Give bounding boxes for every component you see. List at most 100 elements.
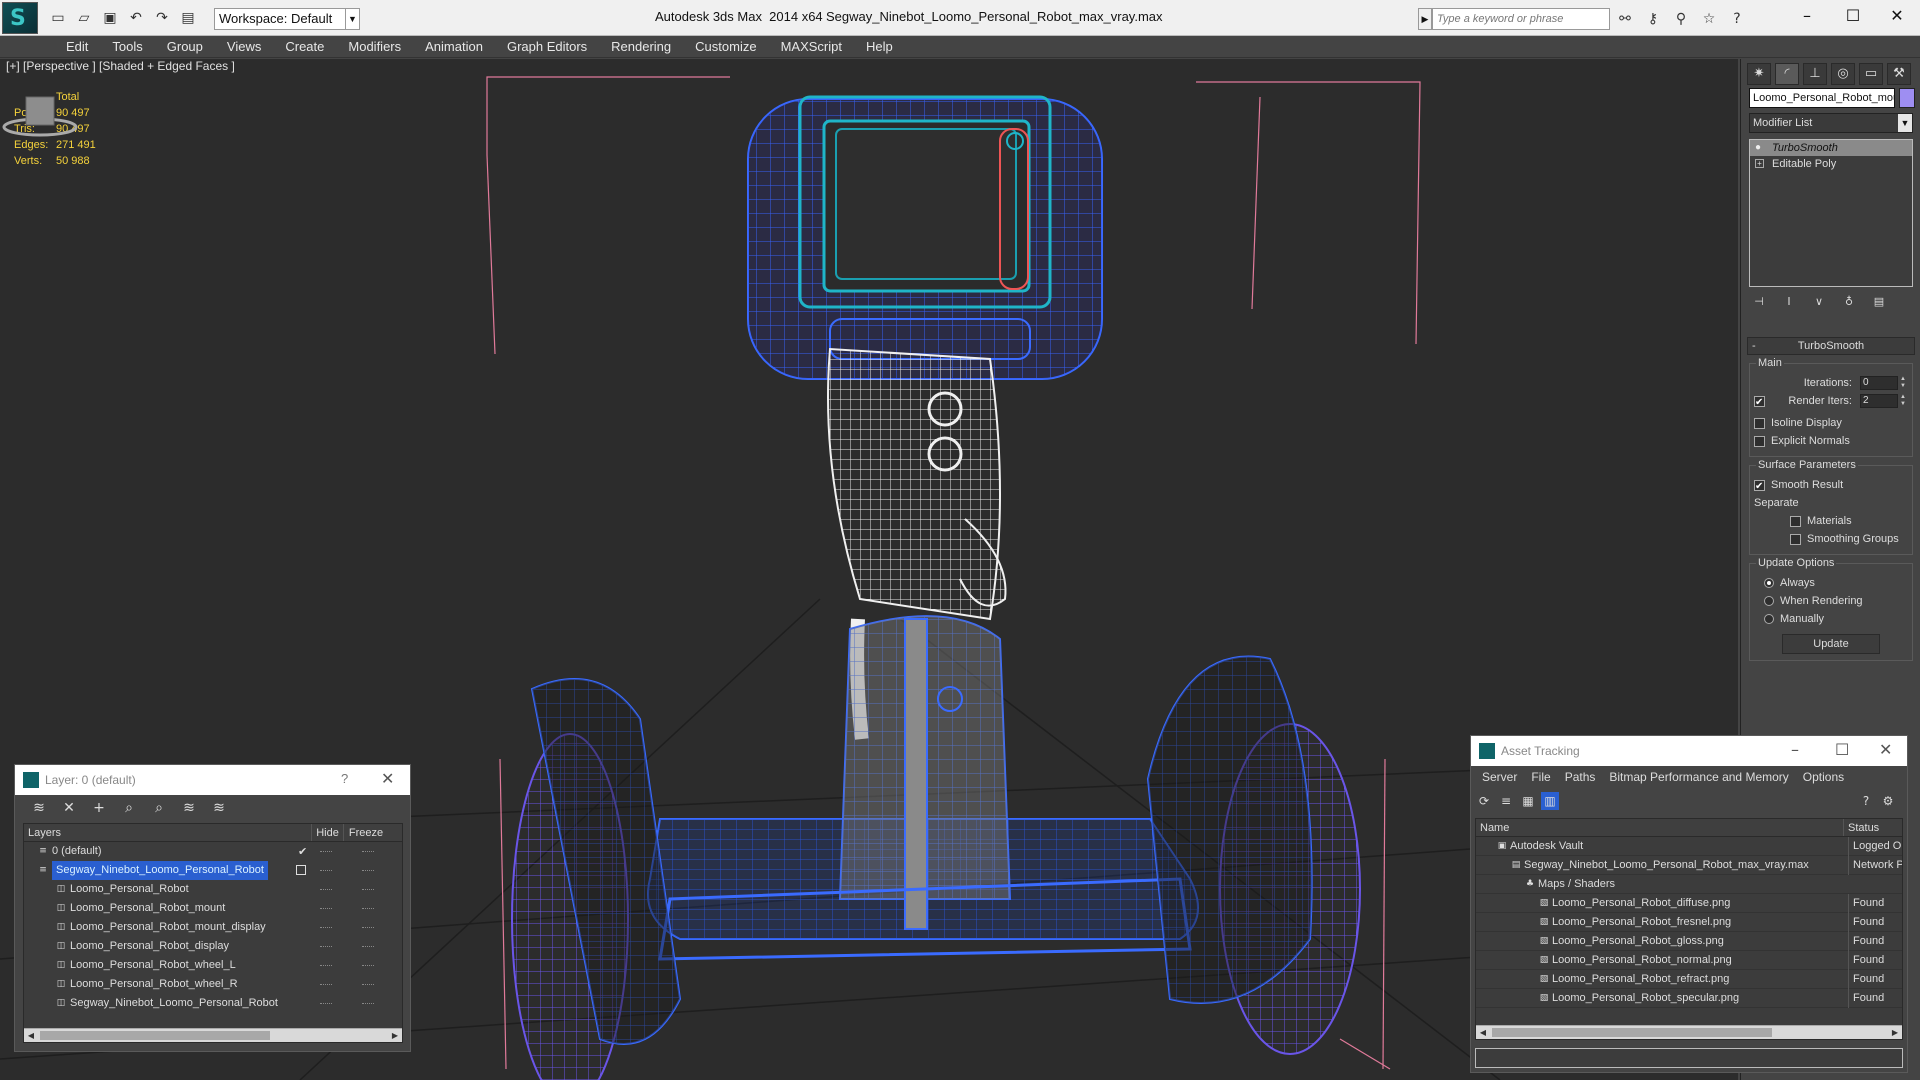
materials-row[interactable]: Materials xyxy=(1754,512,1908,530)
freeze-toggle[interactable] xyxy=(362,870,374,871)
iterations-spinner[interactable]: 0 xyxy=(1860,376,1898,390)
lightbulb-icon[interactable]: ● xyxy=(1755,140,1761,156)
layer-row[interactable]: ≡ 0 (default) ✔ xyxy=(24,842,402,861)
hide-toggle[interactable] xyxy=(320,984,332,985)
scrollbar-thumb[interactable] xyxy=(40,1031,270,1040)
layer-row[interactable]: ≡ Segway_Ninebot_Loomo_Personal_Robot xyxy=(24,861,402,880)
hide-toggle[interactable] xyxy=(320,927,332,928)
always-radio[interactable] xyxy=(1764,578,1774,589)
menu-rendering[interactable]: Rendering xyxy=(599,36,683,58)
modify-tab-icon[interactable]: ◜ xyxy=(1775,63,1799,85)
hide-toggle[interactable] xyxy=(320,870,332,871)
layer-row[interactable]: ◫ Loomo_Personal_Robot_wheel_L xyxy=(24,956,402,975)
stack-item-editable-poly[interactable]: + Editable Poly xyxy=(1750,156,1912,172)
explicit-normals-row[interactable]: Explicit Normals xyxy=(1754,432,1908,450)
when-rendering-row[interactable]: When Rendering xyxy=(1754,592,1908,610)
hide-toggle[interactable] xyxy=(320,851,332,852)
scroll-right-icon[interactable]: ▶ xyxy=(388,1029,402,1043)
workspace-dropdown[interactable]: Workspace: Default ▼ xyxy=(214,8,360,30)
hide-toggle[interactable] xyxy=(320,965,332,966)
current-layer-check-icon[interactable]: ✔ xyxy=(298,842,307,861)
smoothing-groups-row[interactable]: Smoothing Groups xyxy=(1754,530,1908,548)
minimize-button[interactable]: – xyxy=(1784,4,1830,28)
scroll-left-icon[interactable]: ◀ xyxy=(1476,1026,1490,1040)
menu-views[interactable]: Views xyxy=(215,36,273,58)
when-rendering-radio[interactable] xyxy=(1764,596,1774,607)
new-file-icon[interactable]: ▭ xyxy=(48,8,68,28)
menu-tools[interactable]: Tools xyxy=(100,36,154,58)
freeze-toggle[interactable] xyxy=(362,984,374,985)
make-unique-icon[interactable]: ∨ xyxy=(1811,295,1827,311)
object-color-swatch[interactable] xyxy=(1899,88,1915,108)
help-icon[interactable]: ? xyxy=(1726,8,1748,30)
object-name-field[interactable]: Loomo_Personal_Robot_mount xyxy=(1749,88,1895,108)
favorites-star-icon[interactable]: ☆ xyxy=(1698,8,1720,30)
scroll-left-icon[interactable]: ◀ xyxy=(24,1029,38,1043)
close-icon[interactable]: ✕ xyxy=(1879,740,1892,759)
remove-modifier-icon[interactable]: ♁ xyxy=(1841,295,1857,311)
asset-horizontal-scrollbar[interactable]: ◀ ▶ xyxy=(1476,1025,1902,1039)
asset-row[interactable]: ▧ Loomo_Personal_Robot_refract.png Found xyxy=(1476,970,1902,989)
smooth-result-checkbox[interactable] xyxy=(1754,478,1765,496)
asset-row[interactable]: ♣ Maps / Shaders xyxy=(1476,875,1902,894)
layer-horizontal-scrollbar[interactable]: ◀ ▶ xyxy=(24,1028,402,1042)
maximize-icon[interactable]: ☐ xyxy=(1835,740,1849,759)
menu-maxscript[interactable]: MAXScript xyxy=(769,36,854,58)
menu-help[interactable]: Help xyxy=(854,36,905,58)
asset-row[interactable]: ▧ Loomo_Personal_Robot_diffuse.png Found xyxy=(1476,894,1902,913)
create-tab-icon[interactable]: ✷ xyxy=(1747,63,1771,85)
asset-menu-server[interactable]: Server xyxy=(1475,766,1524,788)
scroll-right-icon[interactable]: ▶ xyxy=(1888,1026,1902,1040)
close-button[interactable]: ✕ xyxy=(1874,4,1920,28)
add-to-layer-icon[interactable]: + xyxy=(89,799,109,817)
smoothing-groups-checkbox[interactable] xyxy=(1790,533,1801,545)
smooth-result-row[interactable]: Smooth Result xyxy=(1754,476,1908,496)
layer-row[interactable]: ◫ Loomo_Personal_Robot_mount xyxy=(24,899,402,918)
rollout-header[interactable]: - TurboSmooth xyxy=(1747,337,1915,355)
create-layer-icon[interactable]: ≋ xyxy=(29,799,49,817)
freeze-toggle[interactable] xyxy=(362,965,374,966)
status-column-header[interactable]: Status xyxy=(1844,819,1902,836)
search-expand-icon[interactable]: ▶ xyxy=(1418,8,1432,30)
spinner-arrows-icon[interactable]: ▲ ▼ xyxy=(1900,394,1908,408)
freeze-toggle[interactable] xyxy=(362,1003,374,1004)
materials-checkbox[interactable] xyxy=(1790,515,1801,527)
asset-row[interactable]: ▣ Autodesk Vault Logged Ou xyxy=(1476,837,1902,856)
scrollbar-thumb[interactable] xyxy=(1492,1028,1772,1037)
manually-radio[interactable] xyxy=(1764,614,1774,625)
explicit-normals-checkbox[interactable] xyxy=(1754,435,1765,447)
layer-row[interactable]: ◫ Loomo_Personal_Robot_mount_display xyxy=(24,918,402,937)
help-button[interactable]: ? xyxy=(341,771,348,786)
vault-settings-icon[interactable]: ⚙ xyxy=(1879,792,1897,810)
freeze-column-header[interactable]: Freeze xyxy=(344,824,388,841)
open-file-icon[interactable]: ▱ xyxy=(74,8,94,28)
layer-row[interactable]: ◫ Loomo_Personal_Robot_display xyxy=(24,937,402,956)
show-end-result-icon[interactable]: Ⅰ xyxy=(1781,295,1797,311)
close-icon[interactable]: ✕ xyxy=(381,769,394,788)
project-folder-icon[interactable]: ▤ xyxy=(178,8,198,28)
expand-plus-icon[interactable]: + xyxy=(1755,159,1764,168)
display-tab-icon[interactable]: ▭ xyxy=(1859,63,1883,85)
layers-column-header[interactable]: Layers xyxy=(24,824,312,841)
layer-row[interactable]: ◫ Segway_Ninebot_Loomo_Personal_Robot xyxy=(24,994,402,1013)
asset-row[interactable]: ▧ Loomo_Personal_Robot_normal.png Found xyxy=(1476,951,1902,970)
undo-icon[interactable]: ↶ xyxy=(126,8,146,28)
asset-menu-paths[interactable]: Paths xyxy=(1558,766,1603,788)
viewcube-icon[interactable] xyxy=(0,89,80,139)
menu-graph-editors[interactable]: Graph Editors xyxy=(495,36,599,58)
select-layer-icon[interactable]: ⌕ xyxy=(149,799,169,817)
hide-column-header[interactable]: Hide xyxy=(312,824,344,841)
minimize-icon[interactable]: – xyxy=(1791,740,1799,759)
hide-all-layers-icon[interactable]: ≋ xyxy=(209,799,229,817)
layer-row[interactable]: ◫ Loomo_Personal_Robot xyxy=(24,880,402,899)
hierarchy-tab-icon[interactable]: ⊥ xyxy=(1803,63,1827,85)
list-view-icon[interactable]: ≡ xyxy=(1497,792,1515,810)
hide-toggle[interactable] xyxy=(320,946,332,947)
viewport-label-menu[interactable]: [+] [Perspective ] [Shaded + Edged Faces… xyxy=(6,59,235,73)
refresh-icon[interactable]: ⟳ xyxy=(1475,792,1493,810)
asset-row[interactable]: ▧ Loomo_Personal_Robot_fresnel.png Found xyxy=(1476,913,1902,932)
asset-window-titlebar[interactable]: Asset Tracking – ☐ ✕ xyxy=(1471,736,1907,766)
help-icon[interactable]: ? xyxy=(1857,792,1875,810)
menu-modifiers[interactable]: Modifiers xyxy=(336,36,413,58)
freeze-toggle[interactable] xyxy=(362,946,374,947)
